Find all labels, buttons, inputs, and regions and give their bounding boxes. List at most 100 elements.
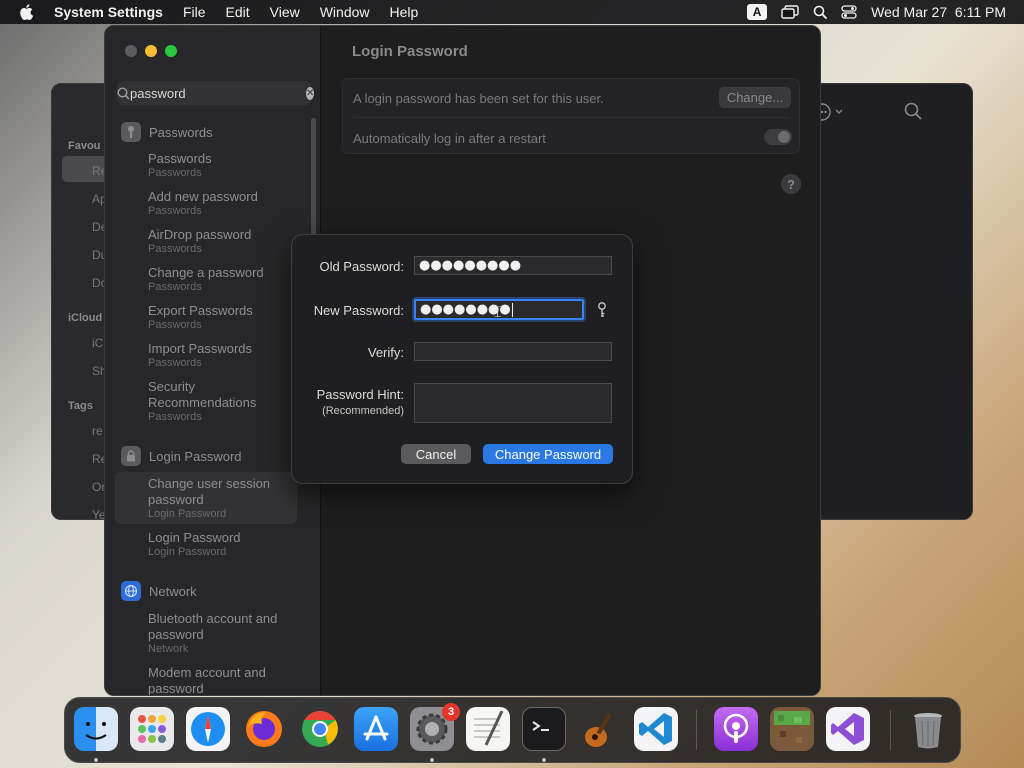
window-controls bbox=[125, 45, 177, 57]
menu-window[interactable]: Window bbox=[310, 4, 380, 20]
safari-icon[interactable] bbox=[186, 707, 230, 751]
group-title: Network bbox=[149, 583, 197, 599]
text-caret bbox=[511, 302, 513, 317]
change-password-dialog: Old Password: ●●●●●●●●● New Password: ●●… bbox=[291, 234, 633, 484]
finder-icon[interactable] bbox=[74, 707, 118, 751]
search-icon bbox=[117, 86, 130, 100]
bg-item[interactable]: iC bbox=[92, 336, 103, 350]
old-password-field[interactable]: ●●●●●●●●● bbox=[414, 256, 612, 275]
password-hint-field[interactable] bbox=[414, 383, 612, 423]
cancel-button[interactable]: Cancel bbox=[401, 444, 471, 464]
clear-search-icon[interactable]: ✕ bbox=[306, 86, 315, 100]
settings-sidebar: ✕ Passwords Passwords Passwords Add new … bbox=[105, 26, 321, 695]
result-category: Passwords bbox=[148, 167, 202, 179]
podcasts-icon[interactable] bbox=[714, 707, 758, 751]
password-hint-label: Password Hint: bbox=[316, 387, 404, 402]
menu-help[interactable]: Help bbox=[380, 4, 429, 20]
key-icon bbox=[121, 122, 141, 142]
search-result[interactable]: Change a password Passwords bbox=[148, 265, 298, 294]
verify-password-field[interactable] bbox=[414, 342, 612, 361]
apple-menu[interactable] bbox=[0, 4, 52, 20]
search-result[interactable]: Security Recommendations Passwords bbox=[148, 379, 298, 424]
result-title: Bluetooth account and password bbox=[148, 611, 278, 642]
minecraft-icon[interactable] bbox=[770, 707, 814, 751]
group-header-network[interactable]: Network bbox=[121, 581, 197, 601]
search-result[interactable]: AirDrop password Passwords bbox=[148, 227, 298, 256]
apple-icon bbox=[20, 4, 33, 20]
search-result[interactable]: Bluetooth account and password Network bbox=[148, 611, 298, 656]
password-hint-recommended: (Recommended) bbox=[322, 405, 404, 417]
group-header-passwords[interactable]: Passwords bbox=[121, 122, 213, 142]
help-button[interactable]: ? bbox=[781, 174, 801, 194]
old-password-label: Old Password: bbox=[319, 259, 404, 274]
change-password-button[interactable]: Change... bbox=[719, 87, 791, 108]
page-title: Login Password bbox=[352, 43, 468, 60]
result-category: Passwords bbox=[148, 205, 202, 217]
result-category: Passwords bbox=[148, 357, 202, 369]
dock-separator bbox=[696, 710, 697, 750]
search-result[interactable]: Add new password Passwords bbox=[148, 189, 298, 218]
menu-edit[interactable]: Edit bbox=[216, 4, 260, 20]
menubar-clock[interactable]: Wed Mar 27 6:11 PM bbox=[871, 4, 1006, 20]
search-result[interactable]: Import Passwords Passwords bbox=[148, 341, 298, 370]
result-title: AirDrop password bbox=[148, 227, 252, 242]
menu-app-name[interactable]: System Settings bbox=[52, 4, 173, 20]
result-title: Import Passwords bbox=[148, 341, 253, 356]
app-store-icon[interactable] bbox=[354, 707, 398, 751]
chrome-icon[interactable] bbox=[298, 707, 342, 751]
result-title: Login Password bbox=[148, 530, 241, 545]
autologin-label: Automatically log in after a restart bbox=[353, 131, 546, 146]
notification-badge: 3 bbox=[442, 703, 460, 721]
control-center-icon[interactable] bbox=[841, 5, 857, 19]
change-password-submit-button[interactable]: Change Password bbox=[483, 444, 613, 464]
bg-label-icloud: iCloud bbox=[68, 312, 103, 324]
terminal-icon[interactable] bbox=[522, 707, 566, 751]
group-header-login-password[interactable]: Login Password bbox=[121, 446, 242, 466]
running-indicator bbox=[94, 758, 98, 762]
search-result[interactable]: Export Passwords Passwords bbox=[148, 303, 298, 332]
screen-mirroring-icon[interactable] bbox=[781, 5, 799, 19]
menubar: System Settings File Edit View Window He… bbox=[0, 0, 1024, 24]
search-result-selected[interactable]: Change user session password Login Passw… bbox=[148, 476, 298, 521]
sidebar-scrollbar[interactable] bbox=[311, 118, 316, 238]
autologin-toggle[interactable] bbox=[764, 129, 792, 145]
settings-search-input[interactable] bbox=[130, 85, 306, 101]
ibeam-cursor-icon: 𝙸 bbox=[492, 302, 504, 321]
trash-icon[interactable] bbox=[906, 707, 950, 751]
menu-file[interactable]: File bbox=[173, 4, 216, 20]
menu-view[interactable]: View bbox=[260, 4, 310, 20]
search-result[interactable]: Login Password Login Password bbox=[148, 530, 298, 559]
result-title: Change a password bbox=[148, 265, 264, 280]
firefox-icon[interactable] bbox=[242, 707, 286, 751]
result-title: Add new password bbox=[148, 189, 258, 204]
result-category: Passwords bbox=[148, 319, 202, 331]
textedit-icon[interactable] bbox=[466, 707, 510, 751]
close-button[interactable] bbox=[125, 45, 137, 57]
vscode-icon[interactable] bbox=[634, 707, 678, 751]
search-result[interactable]: Passwords Passwords bbox=[148, 151, 298, 180]
dock-separator bbox=[890, 710, 891, 750]
search-result[interactable]: Modem account and password bbox=[148, 665, 298, 696]
launchpad-icon[interactable] bbox=[130, 707, 174, 751]
result-category: Passwords bbox=[148, 411, 202, 423]
verify-label: Verify: bbox=[367, 345, 404, 360]
search-icon[interactable] bbox=[904, 102, 922, 120]
zoom-button[interactable] bbox=[165, 45, 177, 57]
result-category: Network bbox=[148, 643, 189, 655]
result-title: Modem account and password bbox=[148, 665, 266, 696]
settings-search-box[interactable]: ✕ bbox=[117, 81, 315, 105]
garageband-icon[interactable] bbox=[578, 707, 622, 751]
input-source-indicator[interactable]: A bbox=[747, 4, 768, 20]
minimize-button[interactable] bbox=[145, 45, 157, 57]
running-indicator bbox=[542, 758, 546, 762]
group-title: Login Password bbox=[149, 448, 242, 464]
result-category: Passwords bbox=[148, 281, 202, 293]
visual-studio-icon[interactable] bbox=[826, 707, 870, 751]
result-category: Login Password bbox=[148, 508, 227, 520]
bg-item[interactable]: re bbox=[92, 424, 103, 438]
panel-divider bbox=[353, 117, 789, 118]
result-title: Passwords bbox=[148, 151, 212, 166]
spotlight-search-icon[interactable] bbox=[813, 5, 828, 19]
password-assistant-key-icon[interactable] bbox=[595, 301, 609, 319]
lock-icon bbox=[121, 446, 141, 466]
